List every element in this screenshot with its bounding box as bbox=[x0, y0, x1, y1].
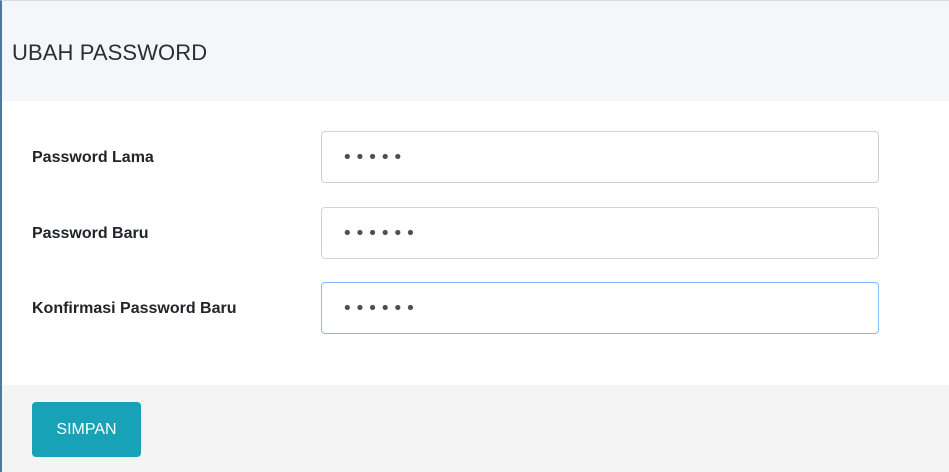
save-button[interactable]: SIMPAN bbox=[32, 402, 141, 457]
form-row-confirm-password: Konfirmasi Password Baru bbox=[2, 282, 949, 336]
confirm-password-field[interactable] bbox=[321, 282, 879, 334]
card-header: UBAH PASSWORD bbox=[2, 1, 949, 101]
form-row-old-password: Password Lama bbox=[2, 131, 949, 185]
form-row-new-password: Password Baru bbox=[2, 207, 949, 261]
old-password-field[interactable] bbox=[321, 131, 879, 183]
new-password-field[interactable] bbox=[321, 207, 879, 259]
new-password-label: Password Baru bbox=[32, 225, 149, 242]
card-footer: SIMPAN bbox=[2, 385, 949, 472]
confirm-password-label: Konfirmasi Password Baru bbox=[32, 300, 237, 317]
card-title: UBAH PASSWORD bbox=[12, 40, 208, 65]
change-password-card: UBAH PASSWORD Password Lama Password Bar… bbox=[0, 0, 949, 472]
old-password-label: Password Lama bbox=[32, 149, 154, 166]
